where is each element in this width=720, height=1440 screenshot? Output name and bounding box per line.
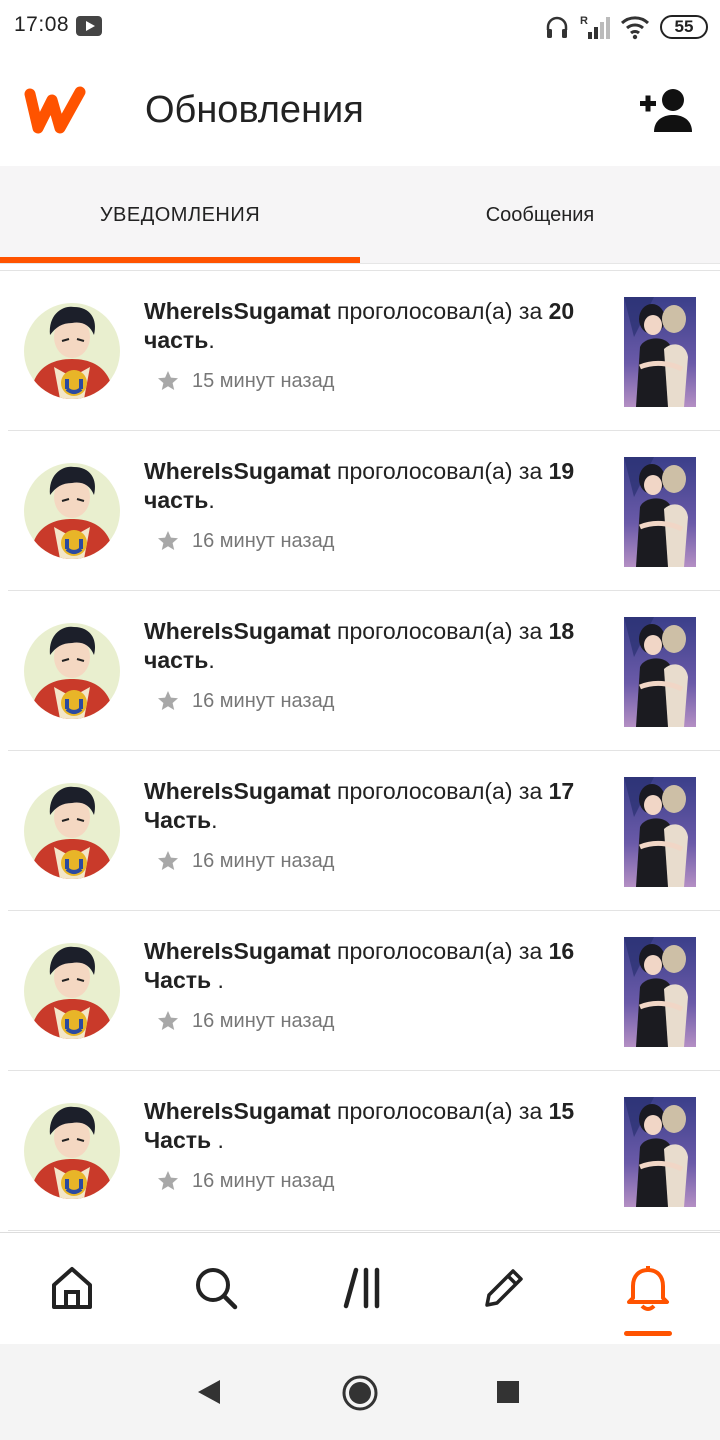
notification-action: проголосовал(а) за <box>337 1098 543 1124</box>
story-cover[interactable] <box>624 1097 696 1207</box>
notification-time: 16 минут назад <box>192 689 335 712</box>
notification-action: проголосовал(а) за <box>337 458 543 484</box>
pencil-icon <box>485 1269 523 1307</box>
story-cover[interactable] <box>624 457 696 567</box>
star-icon <box>158 371 178 390</box>
notification-action: проголосовал(а) за <box>337 778 543 804</box>
user-avatar[interactable] <box>24 463 120 559</box>
user-avatar[interactable] <box>24 623 120 719</box>
notification-meta: 16 минут назад <box>156 849 334 873</box>
nav-home[interactable] <box>47 1263 97 1313</box>
notification-item[interactable]: WhereIsSugamat проголосовал(а) за 17 Час… <box>8 751 720 911</box>
notification-suffix: . <box>211 807 218 833</box>
back-icon[interactable] <box>196 1378 222 1406</box>
nav-write[interactable] <box>479 1263 529 1313</box>
notification-text: WhereIsSugamat проголосовал(а) за 16 Час… <box>144 937 604 995</box>
star-icon <box>158 531 178 550</box>
notification-time: 16 минут назад <box>192 529 335 552</box>
notification-time: 16 минут назад <box>192 1169 335 1192</box>
nav-search[interactable] <box>191 1263 241 1313</box>
notification-time: 15 минут назад <box>192 369 335 392</box>
nav-active-indicator <box>624 1331 672 1336</box>
story-cover[interactable] <box>624 617 696 727</box>
notification-meta: 16 минут назад <box>156 689 334 713</box>
nav-library[interactable] <box>337 1263 387 1313</box>
username[interactable]: WhereIsSugamat <box>144 1098 331 1124</box>
user-avatar[interactable] <box>24 1103 120 1199</box>
story-cover[interactable] <box>624 937 696 1047</box>
notification-list: WhereIsSugamat проголосовал(а) за 20 час… <box>0 270 720 1231</box>
home-icon <box>52 1267 92 1309</box>
star-icon <box>158 1011 178 1030</box>
notification-action: проголосовал(а) за <box>337 618 543 644</box>
page-title: Обновления <box>145 89 364 131</box>
username[interactable]: WhereIsSugamat <box>144 778 331 804</box>
search-icon <box>196 1268 238 1310</box>
username[interactable]: WhereIsSugamat <box>144 938 331 964</box>
star-icon <box>158 691 178 710</box>
star-icon <box>158 1171 178 1190</box>
tab-bar: УВЕДОМЛЕНИЯ Сообщения <box>0 166 720 264</box>
notification-text: WhereIsSugamat проголосовал(а) за 19 час… <box>144 457 604 515</box>
story-cover[interactable] <box>624 777 696 887</box>
nav-notifications[interactable] <box>623 1263 673 1313</box>
tab-messages[interactable]: Сообщения <box>360 166 720 264</box>
bottom-navigation <box>0 1232 720 1344</box>
wifi-icon <box>620 16 650 40</box>
notification-suffix: . <box>208 487 215 513</box>
notification-item[interactable]: WhereIsSugamat проголосовал(а) за 19 час… <box>8 431 720 591</box>
notification-item[interactable]: WhereIsSugamat проголосовал(а) за 20 час… <box>8 271 720 431</box>
youtube-icon <box>76 16 102 36</box>
user-avatar[interactable] <box>24 303 120 399</box>
system-navigation-bar <box>0 1344 720 1440</box>
username[interactable]: WhereIsSugamat <box>144 618 331 644</box>
notification-item[interactable]: WhereIsSugamat проголосовал(а) за 15 Час… <box>8 1071 720 1231</box>
notification-time: 16 минут назад <box>192 849 335 872</box>
notification-text: WhereIsSugamat проголосовал(а) за 15 Час… <box>144 1097 604 1155</box>
notification-suffix: . <box>208 647 215 673</box>
notification-suffix: . <box>211 967 224 993</box>
story-cover[interactable] <box>624 297 696 407</box>
notification-action: проголосовал(а) за <box>337 298 543 324</box>
notification-meta: 16 минут назад <box>156 1009 334 1033</box>
notification-suffix: . <box>208 327 215 353</box>
home-circle-icon[interactable] <box>341 1374 379 1412</box>
user-avatar[interactable] <box>24 783 120 879</box>
status-bar: 17:08 R 55 <box>0 0 720 56</box>
user-avatar[interactable] <box>24 943 120 1039</box>
tab-notifications[interactable]: УВЕДОМЛЕНИЯ <box>0 166 360 264</box>
headphones-icon <box>546 16 568 38</box>
wattpad-logo-icon[interactable] <box>22 86 88 136</box>
notification-item[interactable]: WhereIsSugamat проголосовал(а) за 16 Час… <box>8 911 720 1071</box>
notification-suffix: . <box>211 1127 224 1153</box>
notification-text: WhereIsSugamat проголосовал(а) за 17 Час… <box>144 777 604 835</box>
bell-icon <box>627 1266 669 1311</box>
add-user-icon[interactable] <box>638 86 696 134</box>
notification-meta: 16 минут назад <box>156 529 334 553</box>
app-bar: Обновления <box>0 56 720 166</box>
star-icon <box>158 851 178 870</box>
notification-text: WhereIsSugamat проголосовал(а) за 20 час… <box>144 297 604 355</box>
signal-icon: R <box>580 15 610 39</box>
notification-meta: 15 минут назад <box>156 369 334 393</box>
status-icons: R 55 <box>544 12 708 42</box>
notification-action: проголосовал(а) за <box>337 938 543 964</box>
svg-text:R: R <box>580 15 588 27</box>
active-tab-indicator <box>0 257 360 263</box>
status-time: 17:08 <box>14 13 70 36</box>
recents-icon[interactable] <box>496 1380 520 1404</box>
notification-time: 16 минут назад <box>192 1009 335 1032</box>
notification-meta: 16 минут назад <box>156 1169 334 1193</box>
username[interactable]: WhereIsSugamat <box>144 458 331 484</box>
notification-text: WhereIsSugamat проголосовал(а) за 18 час… <box>144 617 604 675</box>
library-icon <box>343 1267 380 1309</box>
notification-item[interactable]: WhereIsSugamat проголосовал(а) за 18 час… <box>8 591 720 751</box>
username[interactable]: WhereIsSugamat <box>144 298 331 324</box>
battery-indicator: 55 <box>660 15 708 39</box>
